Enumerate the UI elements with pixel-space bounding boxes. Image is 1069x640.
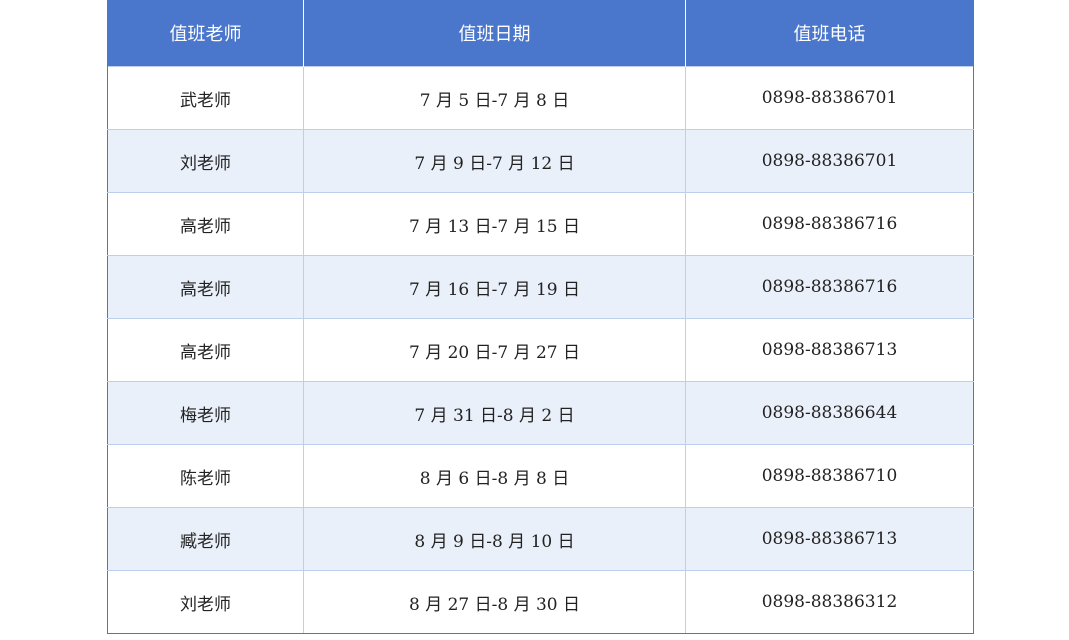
duty-schedule-table-container: 值班老师 值班日期 值班电话 武老师 7 月 5 日-7 月 8 日 0898-…	[107, 0, 974, 634]
header-phone: 值班电话	[685, 0, 974, 67]
cell-date: 7 月 9 日-7 月 12 日	[303, 129, 686, 193]
cell-phone: 0898-88386716	[685, 255, 974, 319]
cell-teacher: 刘老师	[107, 570, 304, 634]
cell-phone: 0898-88386710	[685, 444, 974, 508]
table-row: 刘老师 8 月 27 日-8 月 30 日 0898-88386312	[107, 570, 974, 634]
cell-teacher: 武老师	[107, 66, 304, 130]
cell-teacher: 高老师	[107, 318, 304, 382]
cell-teacher: 陈老师	[107, 444, 304, 508]
cell-phone: 0898-88386701	[685, 129, 974, 193]
header-teacher: 值班老师	[107, 0, 304, 67]
cell-teacher: 高老师	[107, 255, 304, 319]
cell-date: 7 月 13 日-7 月 15 日	[303, 192, 686, 256]
table-row: 梅老师 7 月 31 日-8 月 2 日 0898-88386644	[107, 381, 974, 445]
duty-schedule-table: 值班老师 值班日期 值班电话 武老师 7 月 5 日-7 月 8 日 0898-…	[107, 0, 974, 634]
cell-teacher: 刘老师	[107, 129, 304, 193]
cell-date: 8 月 27 日-8 月 30 日	[303, 570, 686, 634]
table-row: 高老师 7 月 16 日-7 月 19 日 0898-88386716	[107, 255, 974, 319]
header-row: 值班老师 值班日期 值班电话	[107, 0, 974, 67]
table-row: 高老师 7 月 20 日-7 月 27 日 0898-88386713	[107, 318, 974, 382]
cell-date: 7 月 5 日-7 月 8 日	[303, 66, 686, 130]
cell-phone: 0898-88386701	[685, 66, 974, 130]
table-row: 武老师 7 月 5 日-7 月 8 日 0898-88386701	[107, 66, 974, 130]
cell-teacher: 梅老师	[107, 381, 304, 445]
header-date: 值班日期	[303, 0, 686, 67]
cell-phone: 0898-88386644	[685, 381, 974, 445]
table-row: 刘老师 7 月 9 日-7 月 12 日 0898-88386701	[107, 129, 974, 193]
table-header: 值班老师 值班日期 值班电话	[107, 0, 974, 67]
cell-phone: 0898-88386713	[685, 318, 974, 382]
cell-phone: 0898-88386716	[685, 192, 974, 256]
cell-phone: 0898-88386713	[685, 507, 974, 571]
cell-phone: 0898-88386312	[685, 570, 974, 634]
cell-date: 8 月 9 日-8 月 10 日	[303, 507, 686, 571]
table-row: 陈老师 8 月 6 日-8 月 8 日 0898-88386710	[107, 444, 974, 508]
cell-date: 7 月 20 日-7 月 27 日	[303, 318, 686, 382]
table-body: 武老师 7 月 5 日-7 月 8 日 0898-88386701 刘老师 7 …	[107, 66, 974, 634]
cell-teacher: 臧老师	[107, 507, 304, 571]
table-row: 高老师 7 月 13 日-7 月 15 日 0898-88386716	[107, 192, 974, 256]
table-row: 臧老师 8 月 9 日-8 月 10 日 0898-88386713	[107, 507, 974, 571]
cell-teacher: 高老师	[107, 192, 304, 256]
cell-date: 7 月 16 日-7 月 19 日	[303, 255, 686, 319]
cell-date: 7 月 31 日-8 月 2 日	[303, 381, 686, 445]
cell-date: 8 月 6 日-8 月 8 日	[303, 444, 686, 508]
